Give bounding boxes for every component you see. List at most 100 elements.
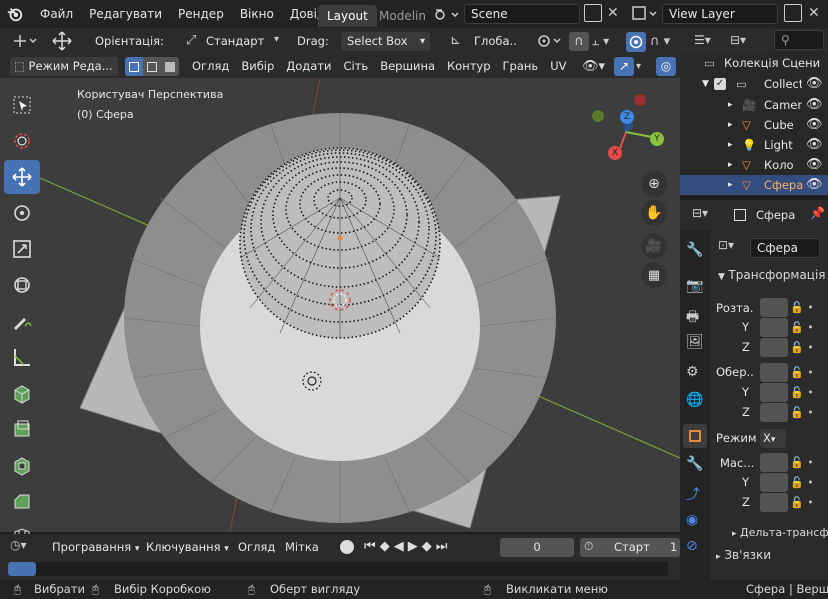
drag-dropdown[interactable]: Select Box ▾ <box>341 32 430 51</box>
navigation-gizmo[interactable] <box>588 92 670 168</box>
output-tab-icon[interactable]: 🖶 <box>686 306 699 330</box>
next-keyframe-icon[interactable]: ◆ <box>422 539 436 554</box>
lock-icon[interactable]: 🔓 • <box>790 318 820 338</box>
outliner-row-cube[interactable]: ▸ ▽ Cube 👁 <box>680 115 828 135</box>
location-y-field[interactable] <box>760 318 788 337</box>
delete-scene-icon[interactable]: ✕ <box>607 4 623 22</box>
eye-icon[interactable]: 👁 <box>806 95 823 115</box>
outliner-search-input[interactable]: ⚲ <box>774 30 824 50</box>
pan-hand-icon[interactable]: ✋ <box>641 200 667 226</box>
transform-pivot-icon[interactable] <box>10 32 40 50</box>
3d-viewport[interactable]: Користувач Перспектива (0) Сфера X Y Z ⊕… <box>0 78 680 532</box>
menu-edit[interactable]: Редагувати <box>81 7 170 21</box>
visibility-eye-icon[interactable]: 👁▾ <box>582 57 608 76</box>
menu-mesh[interactable]: Сіть <box>337 57 374 76</box>
falloff-icon[interactable]: ∩ ▾ <box>650 32 678 51</box>
rotation-mode-dropdown[interactable]: X▾ <box>760 429 786 448</box>
snap-target-icon[interactable]: ⫠ ▾ <box>592 32 620 51</box>
menu-view[interactable]: Огляд <box>186 57 235 76</box>
delta-transform-panel[interactable]: ▸ Дельта-трансф... <box>732 526 828 544</box>
outliner-row-sphere[interactable]: ▸ ▽ Сфера 👁 <box>680 175 828 195</box>
start-frame-field[interactable]: ⏱ Старт 1 <box>580 538 680 557</box>
vertex-select-icon[interactable] <box>125 57 143 76</box>
tab-modeling[interactable]: Modeling <box>370 5 426 27</box>
scale-tool-icon[interactable] <box>4 232 40 266</box>
menu-vertex[interactable]: Вершина <box>374 57 441 76</box>
eye-icon[interactable]: 👁 <box>806 135 823 155</box>
keying-menu[interactable]: Ключування ▾ <box>146 537 229 559</box>
object-tab-icon[interactable] <box>683 424 707 448</box>
transform-tool-icon[interactable] <box>4 268 40 302</box>
play-icon[interactable]: ▶ <box>408 539 422 554</box>
lock-icon[interactable]: 🔓 • <box>790 363 820 383</box>
view-layer-field[interactable]: View Layer <box>662 4 778 24</box>
expand-icon[interactable]: ▸ <box>728 135 733 155</box>
play-reverse-icon[interactable]: ◀ <box>394 539 408 554</box>
lock-icon[interactable]: 🔓 • <box>790 298 820 318</box>
scale-x-field[interactable] <box>760 453 788 472</box>
tool-tab-icon[interactable]: 🔧 <box>686 242 703 258</box>
gizmo-toggle-icon[interactable]: ↗ <box>614 57 634 76</box>
scene-name-field[interactable]: Scene <box>464 4 580 24</box>
playback-menu[interactable]: Програвання ▾ <box>52 537 139 559</box>
outliner-row-scene-collection[interactable]: ▭ Колекція Сцени <box>680 53 828 73</box>
menu-add[interactable]: Додати <box>280 57 337 76</box>
face-select-icon[interactable] <box>161 57 179 76</box>
scale-y-field[interactable] <box>760 473 788 492</box>
menu-uv[interactable]: UV <box>544 57 572 76</box>
inset-tool-icon[interactable] <box>4 448 40 482</box>
location-x-field[interactable] <box>760 298 788 317</box>
camera-view-icon[interactable]: 🎥 <box>641 233 667 259</box>
timeline-scrubber[interactable] <box>8 562 668 576</box>
object-browse-icon[interactable]: ⊡▾ <box>718 238 746 258</box>
annotate-tool-icon[interactable] <box>4 304 40 338</box>
overlay-toggle-icon[interactable]: ◎ <box>656 57 676 76</box>
edge-select-icon[interactable] <box>143 57 161 76</box>
scale-z-field[interactable] <box>760 493 788 512</box>
delete-view-layer-icon[interactable]: ✕ <box>808 4 824 22</box>
axis-y-icon[interactable]: Y <box>650 132 664 146</box>
new-scene-icon[interactable] <box>584 4 602 22</box>
timeline-view-menu[interactable]: Огляд <box>238 537 275 557</box>
eye-icon[interactable]: 👁 <box>806 175 823 195</box>
blender-logo-icon[interactable] <box>6 5 24 23</box>
location-z-field[interactable] <box>760 338 788 357</box>
transform-orientation-dropdown[interactable]: ⊾ Глоба.. <box>450 32 528 51</box>
jump-end-icon[interactable]: ⏭ <box>436 539 452 554</box>
pivot-point-icon[interactable] <box>535 32 565 50</box>
world-tab-icon[interactable]: 🌐 <box>686 392 703 408</box>
axis-x-icon[interactable]: X <box>608 146 622 160</box>
rotation-z-field[interactable] <box>760 403 788 422</box>
constraints-tab-icon[interactable]: ⊘ <box>686 538 698 554</box>
move-gizmo-icon[interactable] <box>50 30 74 52</box>
render-tab-icon[interactable]: 📷 <box>686 278 703 294</box>
add-cube-tool-icon[interactable] <box>4 376 40 410</box>
relations-panel[interactable]: ▸ Зв'язки <box>716 548 826 566</box>
transform-panel-header[interactable]: ▼ Трансформація <box>718 268 828 288</box>
jump-start-icon[interactable]: ⏮ <box>364 539 380 554</box>
menu-render[interactable]: Рендер <box>170 7 232 21</box>
bevel-tool-icon[interactable] <box>4 484 40 518</box>
rotation-y-field[interactable] <box>760 383 788 402</box>
expand-icon[interactable]: ▼ <box>702 74 709 94</box>
lock-icon[interactable]: 🔓 • <box>790 493 820 513</box>
outliner-row-collection[interactable]: ▼ ✓ ▭ Collection 👁 <box>680 74 828 94</box>
eye-icon[interactable]: 👁 <box>806 155 823 175</box>
expand-icon[interactable]: ▸ <box>728 155 733 175</box>
axis-z-icon[interactable]: Z <box>620 110 634 124</box>
expand-icon[interactable]: ▸ <box>728 175 733 195</box>
select-box-tool-icon[interactable] <box>4 88 40 122</box>
record-icon[interactable] <box>340 540 354 554</box>
orientation-dropdown[interactable]: ⤢ Стандарт ▾ <box>186 32 286 51</box>
zoom-icon[interactable]: ⊕ <box>641 171 667 197</box>
new-view-layer-icon[interactable] <box>784 4 802 22</box>
proportional-editing-icon[interactable] <box>626 32 646 52</box>
outliner-row-light[interactable]: ▸ 💡 Light 👁 <box>680 135 828 155</box>
editor-type-icon[interactable]: ⊟▾ <box>692 206 720 222</box>
tab-layout[interactable]: Layout <box>318 5 377 27</box>
lock-icon[interactable]: 🔓 • <box>790 383 820 403</box>
marker-menu[interactable]: Мітка <box>285 537 319 557</box>
lock-icon[interactable]: 🔓 • <box>790 338 820 358</box>
menu-select[interactable]: Вибір <box>235 57 280 76</box>
perspective-grid-icon[interactable]: ▦ <box>641 262 667 288</box>
